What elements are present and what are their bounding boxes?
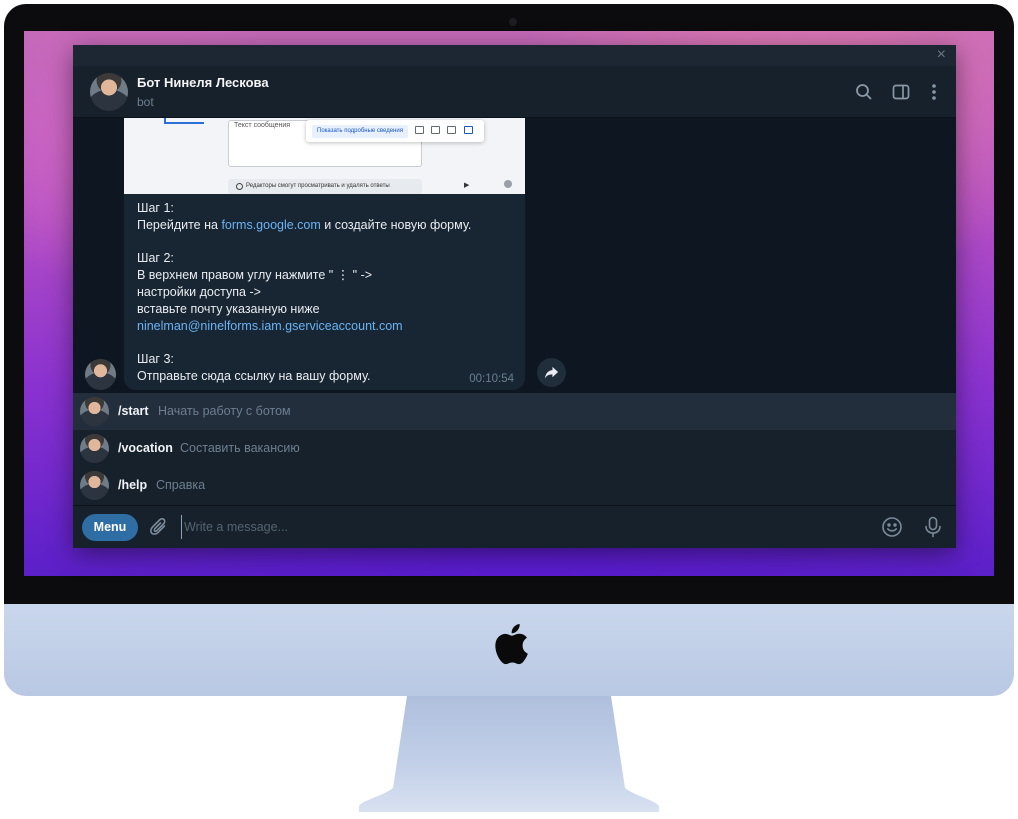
photo-info-bar: Редакторы смогут просматривать и удалять… xyxy=(228,179,422,194)
step1-title: Шаг 1: xyxy=(137,201,174,215)
step2-line1: В верхнем правом углу нажмите " ⋮ " -> xyxy=(137,268,373,283)
command-item-help[interactable]: /help Справка xyxy=(73,467,956,504)
step3-line1: Отправьте сюда ссылку на вашу форму. xyxy=(137,368,371,383)
message-photo[interactable]: Текст сообщения Показать подробные сведе… xyxy=(124,118,525,194)
sidebar-toggle-icon[interactable] xyxy=(891,82,911,102)
photo-textarea-label: Текст сообщения xyxy=(234,122,291,129)
message-input[interactable] xyxy=(181,515,861,539)
message-bubble[interactable]: Текст сообщения Показать подробные сведе… xyxy=(124,118,525,390)
more-vertical-icon[interactable] xyxy=(924,82,944,102)
emoji-icon[interactable] xyxy=(881,516,903,538)
photo-popup-button: Показать подробные сведения xyxy=(312,125,408,138)
step2-line2: настройки доступа -> xyxy=(137,284,261,299)
imac-stand xyxy=(359,696,659,812)
command-name: /help xyxy=(118,478,148,492)
command-avatar xyxy=(80,471,109,500)
window-titlebar: × xyxy=(73,45,956,66)
bot-commands-list: /start Начать работу с ботом /vocation С… xyxy=(73,393,956,505)
command-name: /vocation xyxy=(118,441,173,455)
microphone-icon[interactable] xyxy=(923,516,943,538)
photo-card-edge xyxy=(164,118,204,124)
forms-link[interactable]: forms.google.com xyxy=(221,218,320,232)
command-avatar xyxy=(80,397,109,426)
chat-status: bot xyxy=(137,95,154,109)
step2-line3: вставьте почту указанную ниже xyxy=(137,301,320,316)
chat-avatar[interactable] xyxy=(90,73,128,111)
step2-title: Шаг 2: xyxy=(137,251,174,266)
comment-icon xyxy=(431,126,440,134)
paperclip-icon[interactable] xyxy=(149,517,169,537)
message-composer: Menu xyxy=(73,505,956,548)
exit-icon xyxy=(447,126,456,134)
step1-suffix: и создайте новую форму. xyxy=(320,217,472,232)
info-icon xyxy=(236,183,243,190)
step1-prefix: Перейдите на xyxy=(137,217,222,232)
command-avatar xyxy=(80,434,109,463)
menu-button[interactable]: Menu xyxy=(82,514,138,541)
play-icon: ▶ xyxy=(464,182,470,189)
command-item-start[interactable]: /start Начать работу с ботом xyxy=(73,393,956,430)
imac-mockup: × Бот Нинеля Лескова bot Текст сообщения… xyxy=(0,0,1018,819)
forward-icon xyxy=(544,366,559,379)
chat-title[interactable]: Бот Нинеля Лескова xyxy=(137,75,269,90)
forward-button[interactable] xyxy=(537,358,566,387)
message-text: Шаг 1: Перейдите на forms.google.com и с… xyxy=(137,200,517,385)
apple-logo-icon xyxy=(495,624,528,665)
step3-title: Шаг 3: xyxy=(137,352,174,367)
help-icon xyxy=(504,180,512,188)
search-icon[interactable] xyxy=(854,82,874,102)
command-description: Справка xyxy=(156,478,206,492)
message-time: 00:10:54 xyxy=(469,373,514,385)
service-email-link[interactable]: ninelman@ninelforms.iam.gserviceaccount.… xyxy=(137,319,403,333)
chat-header: Бот Нинеля Лескова bot xyxy=(73,66,956,118)
command-description: Начать работу с ботом xyxy=(158,404,291,418)
calendar-icon xyxy=(464,126,473,134)
command-name: /start xyxy=(118,404,149,418)
sender-avatar[interactable] xyxy=(85,359,116,390)
telegram-window: × Бот Нинеля Лескова bot Текст сообщения… xyxy=(73,45,956,548)
mail-icon xyxy=(415,126,424,134)
camera-icon xyxy=(509,18,517,26)
command-description: Составить вакансию xyxy=(180,441,300,455)
command-item-vocation[interactable]: /vocation Составить вакансию xyxy=(73,430,956,467)
close-window-button[interactable]: × xyxy=(937,47,946,63)
message-list: Текст сообщения Показать подробные сведе… xyxy=(73,118,956,393)
